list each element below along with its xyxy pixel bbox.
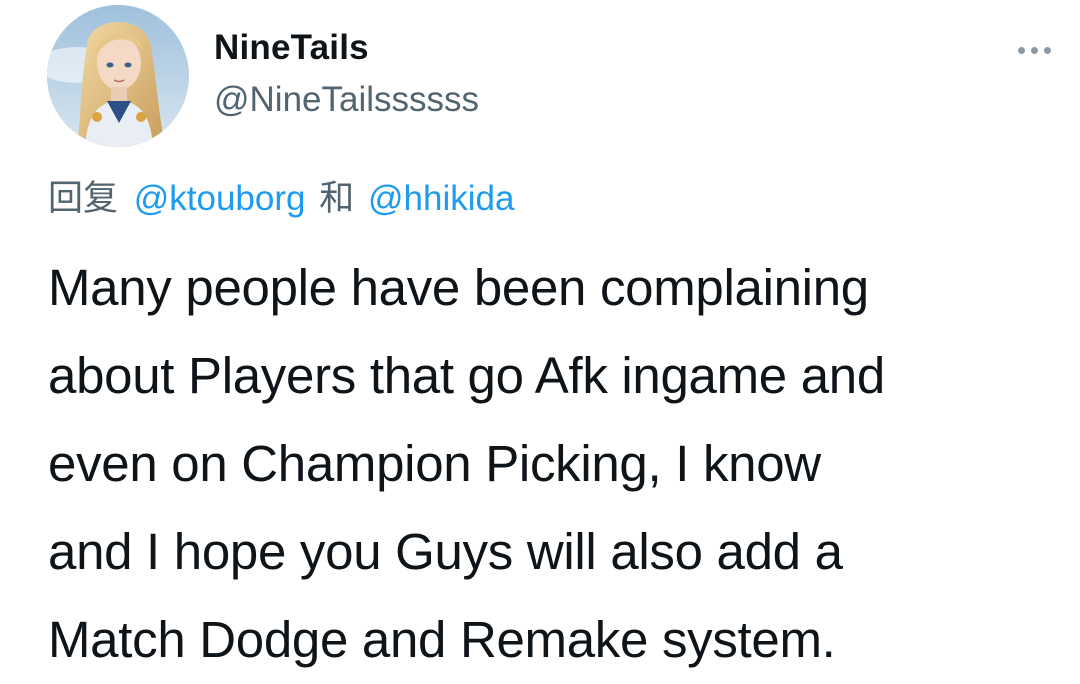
tweet-text-line: and I hope you Guys will also add a — [48, 523, 843, 580]
author-display-name[interactable]: NineTails — [214, 28, 369, 68]
mention-link[interactable]: @hhikida — [368, 179, 514, 218]
more-options-icon[interactable] — [1004, 32, 1064, 68]
more-dot — [1043, 46, 1051, 54]
reply-context: 回复 @ktouborg 和 @hhikida — [48, 170, 514, 221]
reply-conjunction: 和 — [319, 179, 355, 218]
avatar-image — [47, 5, 189, 147]
tweet-text-line: about Players that go Afk ingame and — [48, 347, 885, 404]
author-handle[interactable]: @NineTailssssss — [214, 80, 479, 120]
more-dot — [1030, 46, 1038, 54]
reply-prefix: 回复 — [48, 179, 119, 218]
tweet-text-line: even on Champion Picking, I know — [48, 435, 821, 492]
tweet-text: Many people have been complaining about … — [48, 244, 1058, 684]
mention-link[interactable]: @ktouborg — [134, 179, 306, 218]
tweet-text-line: Many people have been complaining — [48, 259, 869, 316]
tweet-text-line: Match Dodge and Remake system. — [48, 611, 836, 668]
more-dot — [1017, 46, 1025, 54]
avatar[interactable] — [47, 5, 189, 147]
